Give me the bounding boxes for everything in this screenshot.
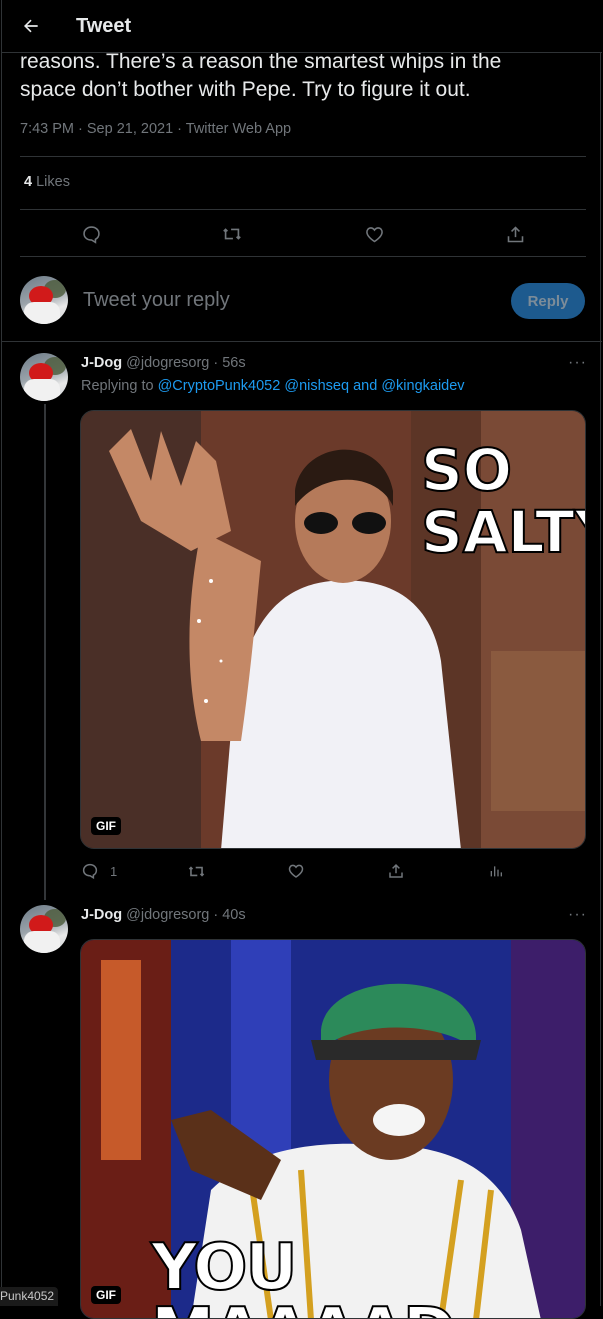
like-action-button[interactable] xyxy=(356,216,392,252)
gif-badge: GIF xyxy=(91,817,121,835)
tweet-author-line: J-Dog @jdogresorg · 56s xyxy=(81,355,246,371)
replying-to: Replying to @CryptoPunk4052 @nishseq and… xyxy=(81,378,465,394)
reply-icon xyxy=(82,225,100,244)
author-handle-time[interactable]: @jdogresorg · 40s xyxy=(126,907,246,923)
author-name[interactable]: J-Dog xyxy=(81,907,122,923)
tweet-timestamp[interactable]: 7:43 PM · Sep 21, 2021 · Twitter Web App xyxy=(20,121,291,137)
share-icon xyxy=(507,225,523,242)
divider xyxy=(20,209,586,210)
avatar[interactable] xyxy=(20,905,68,953)
tweet-text-line: space don’t bother with Pepe. Try to fig… xyxy=(20,78,471,101)
thread-connector xyxy=(44,404,46,900)
arrow-left-icon xyxy=(24,19,38,33)
meme-caption: SALTY xyxy=(420,498,585,566)
likes-count[interactable]: 4 Likes xyxy=(24,174,70,190)
reply-count: 1 xyxy=(110,863,118,879)
page-title: Tweet xyxy=(76,15,132,37)
more-options-button[interactable]: ··· xyxy=(568,354,587,372)
likes-number: 4 xyxy=(24,174,33,190)
meme-caption: SO xyxy=(420,436,513,504)
tweet-text: reasons. There’s a reason the smartest w… xyxy=(20,48,580,104)
avatar[interactable] xyxy=(20,353,68,401)
replying-prefix: Replying to xyxy=(81,378,154,394)
back-button[interactable] xyxy=(18,13,44,39)
like-action-button[interactable] xyxy=(287,862,305,880)
gif-media[interactable]: YOU MAAAAD GIF xyxy=(80,939,586,1319)
retweet-action-button[interactable] xyxy=(214,216,250,252)
mention-link[interactable]: @CryptoPunk4052 xyxy=(158,378,281,394)
share-icon xyxy=(389,863,403,878)
reply-icon xyxy=(82,863,98,880)
retweet-action-button[interactable] xyxy=(187,862,206,881)
reply-button[interactable]: Reply xyxy=(511,283,585,319)
gif-badge: GIF xyxy=(91,1286,121,1304)
analytics-icon xyxy=(490,866,502,877)
reply-action-button[interactable]: 1 xyxy=(81,862,117,880)
gif-media[interactable]: SO SALTY GIF xyxy=(80,410,586,849)
author-name[interactable]: J-Dog xyxy=(81,355,122,371)
avatar[interactable] xyxy=(20,276,68,324)
tweet-author-line: J-Dog @jdogresorg · 40s xyxy=(81,907,246,923)
mention-link[interactable]: and xyxy=(353,378,377,394)
share-action-button[interactable] xyxy=(387,862,405,880)
author-handle-time[interactable]: @jdogresorg · 56s xyxy=(126,355,246,371)
more-options-button[interactable]: ··· xyxy=(568,906,587,924)
heart-icon xyxy=(365,226,383,242)
heart-icon xyxy=(288,864,304,878)
divider xyxy=(2,341,602,342)
divider xyxy=(20,156,586,157)
retweet-icon xyxy=(188,866,205,877)
reply-input[interactable]: Tweet your reply xyxy=(83,289,230,312)
likes-label: Likes xyxy=(36,174,70,190)
mention-link[interactable]: @kingkaidev xyxy=(381,378,464,394)
analytics-action-button[interactable] xyxy=(488,862,504,880)
divider xyxy=(20,256,586,257)
retweet-icon xyxy=(223,228,241,240)
share-action-button[interactable] xyxy=(497,216,533,252)
tweet-page: Tweet reasons. There’s a reason the smar… xyxy=(1,0,602,1319)
reply-action-button[interactable] xyxy=(73,216,109,252)
taskbar-stub[interactable]: Punk4052 xyxy=(0,1287,58,1306)
page-header: Tweet xyxy=(2,0,602,53)
meme-caption: YOU MAAAAD xyxy=(150,1231,457,1318)
mention-link[interactable]: @nishseq xyxy=(284,378,349,394)
